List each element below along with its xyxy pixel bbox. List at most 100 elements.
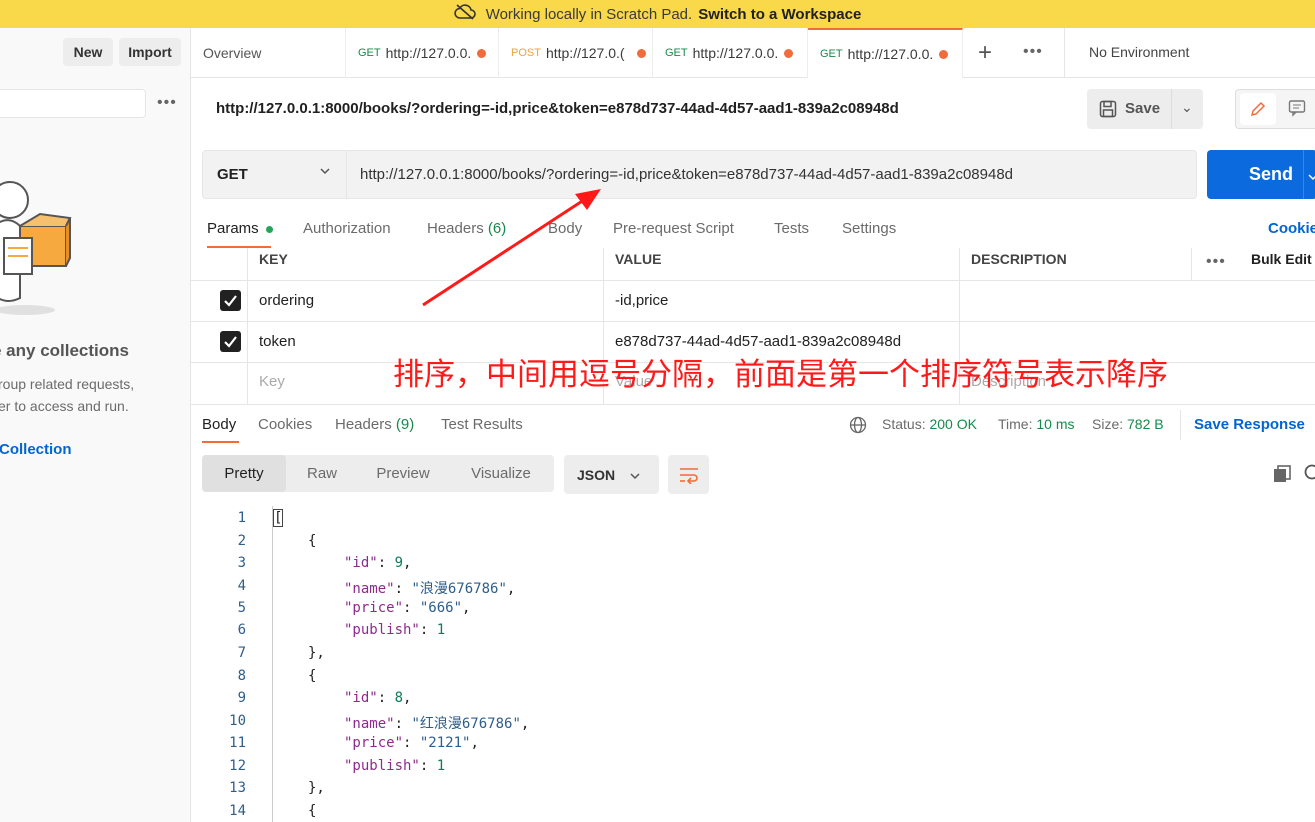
send-label: Send — [1249, 164, 1294, 184]
save-disk-icon — [1099, 100, 1117, 121]
line-number: 5 — [237, 600, 246, 616]
new-tab-plus-icon[interactable]: + — [978, 39, 992, 67]
sidebar-toggle-group — [1235, 89, 1315, 129]
view-preview[interactable]: Preview — [358, 455, 448, 492]
line-number: 13 — [229, 780, 246, 796]
sidebar-search-input[interactable] — [0, 89, 146, 118]
line-number: 2 — [237, 533, 246, 549]
method-label: GET — [217, 166, 248, 183]
size-readout: Size: 782 B — [1092, 416, 1164, 432]
params-key-header: KEY — [259, 251, 288, 267]
method-chevron-down-icon — [319, 164, 331, 181]
response-tab-headers[interactable]: Headers (9) — [335, 416, 414, 433]
request-title[interactable]: http://127.0.0.1:8000/books/?ordering=-i… — [216, 100, 899, 117]
line-number: 10 — [229, 713, 246, 729]
tab-params[interactable]: Params — [207, 220, 273, 237]
comment-icon[interactable] — [1288, 99, 1306, 120]
tab-overview-label: Overview — [203, 45, 262, 61]
line-number: 3 — [237, 555, 246, 571]
workspace-banner: Working locally in Scratch Pad. Switch t… — [0, 0, 1315, 28]
line-number: 4 — [237, 578, 246, 594]
line-number: 9 — [237, 690, 246, 706]
banner-text: Working locally in Scratch Pad. — [485, 5, 693, 23]
cookies-link[interactable]: Cookie — [1268, 220, 1315, 237]
json-open-bracket: [ — [272, 509, 284, 527]
empty-collections-desc-2: er to access and run. — [0, 398, 129, 414]
param-key-cell[interactable]: token — [259, 333, 296, 350]
sidebar-more-icon[interactable]: ••• — [157, 94, 177, 112]
tab-params-label: Params — [207, 220, 259, 237]
size-value: 782 B — [1127, 416, 1164, 432]
status-label: Status: — [882, 416, 926, 432]
line-number: 12 — [229, 758, 246, 774]
tab-request-3[interactable]: GET http://127.0.0. — [653, 28, 808, 78]
bulk-edit-button[interactable]: Bulk Edit — [1251, 251, 1312, 267]
edit-pencil-icon[interactable] — [1240, 93, 1276, 125]
copy-icon[interactable] — [1272, 464, 1292, 487]
unsaved-dot-icon — [938, 49, 948, 59]
annotation-text: 排序，中间用逗号分隔，前面是第一个排序符号表示降序 — [393, 357, 1168, 392]
tab-prerequest-script[interactable]: Pre-request Script — [613, 220, 734, 237]
save-chevron-down-icon[interactable]: ⌄ — [1181, 99, 1193, 116]
param-value-cell[interactable]: e878d737-44ad-4d57-aad1-839a2c08948d — [615, 333, 901, 350]
import-button[interactable]: Import — [119, 38, 181, 66]
time-label: Time: — [998, 416, 1033, 432]
new-button[interactable]: New — [63, 38, 113, 66]
wrap-lines-icon — [679, 466, 699, 487]
tab-url: http://127.0.0. — [385, 45, 472, 61]
send-button[interactable]: Send — [1207, 150, 1315, 199]
save-button[interactable]: Save — [1125, 100, 1160, 117]
tab-request-2[interactable]: POST http://127.0.( — [499, 28, 653, 78]
globe-icon[interactable] — [849, 416, 867, 437]
tab-method: GET — [358, 47, 381, 59]
tab-request-1[interactable]: GET http://127.0.0. — [346, 28, 499, 78]
method-select[interactable]: GET — [202, 150, 347, 199]
param-key-cell[interactable]: ordering — [259, 292, 314, 309]
format-select[interactable]: JSON — [564, 455, 659, 494]
response-tab-test-results[interactable]: Test Results — [441, 416, 523, 433]
unsaved-dot-icon — [783, 48, 793, 58]
response-tab-body[interactable]: Body — [202, 416, 236, 433]
send-chevron-down-icon[interactable] — [1307, 167, 1315, 188]
unsaved-dot-icon — [476, 48, 486, 58]
switch-workspace-link[interactable]: Switch to a Workspace — [698, 6, 861, 23]
tab-settings[interactable]: Settings — [842, 220, 896, 237]
wrap-lines-button[interactable] — [668, 455, 709, 494]
size-label: Size: — [1092, 416, 1124, 432]
json-close-brace: }, — [308, 645, 325, 661]
tab-tests[interactable]: Tests — [774, 220, 809, 237]
tabs-more-icon[interactable]: ••• — [1023, 43, 1043, 61]
tab-overview[interactable]: Overview — [191, 28, 346, 78]
check-icon — [224, 295, 237, 307]
json-line-price: "price": "666", — [344, 600, 471, 616]
response-tab-cookies[interactable]: Cookies — [258, 416, 312, 433]
params-more-icon[interactable]: ••• — [1206, 253, 1226, 271]
json-open-brace: { — [308, 803, 317, 819]
tab-url: http://127.0.0. — [692, 45, 779, 61]
tab-request-4[interactable]: GET http://127.0.0. — [808, 28, 963, 78]
param-key-placeholder[interactable]: Key — [259, 373, 285, 390]
save-response-button[interactable]: Save Response — [1194, 416, 1305, 433]
json-close-brace: }, — [308, 780, 325, 796]
view-visualize[interactable]: Visualize — [448, 455, 554, 492]
param-value-cell[interactable]: -id,price — [615, 292, 668, 309]
check-icon — [224, 336, 237, 348]
params-value-header: VALUE — [615, 251, 662, 267]
time-readout: Time: 10 ms — [998, 416, 1075, 432]
tab-authorization[interactable]: Authorization — [303, 220, 391, 237]
empty-collections-desc-1: roup related requests, — [0, 376, 135, 392]
line-number: 7 — [237, 645, 246, 661]
create-collection-link[interactable]: Collection — [0, 441, 72, 458]
json-line-name: "name": "浪漫676786", — [344, 581, 516, 597]
tab-method: GET — [820, 48, 843, 60]
param-checkbox[interactable] — [220, 331, 241, 352]
environment-select[interactable]: No Environment — [1089, 44, 1189, 60]
line-number: 11 — [229, 735, 246, 751]
param-checkbox[interactable] — [220, 290, 241, 311]
view-raw[interactable]: Raw — [286, 455, 358, 492]
request-tab-bar: Overview GET http://127.0.0. POST http:/… — [191, 28, 1315, 78]
view-pretty[interactable]: Pretty — [202, 455, 286, 492]
search-icon[interactable] — [1302, 463, 1315, 486]
params-description-header: DESCRIPTION — [971, 251, 1067, 267]
response-headers-count: (9) — [395, 416, 415, 433]
